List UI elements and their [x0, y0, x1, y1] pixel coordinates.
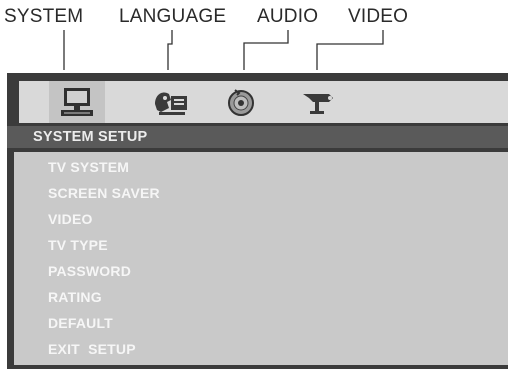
monitor-icon — [61, 88, 93, 116]
tab-audio[interactable] — [219, 81, 263, 123]
leader-line-audio — [243, 30, 289, 70]
label-video: VIDEO — [348, 6, 409, 27]
tab-language[interactable] — [143, 81, 199, 123]
menu-item-password[interactable]: PASSWORD — [48, 261, 131, 281]
menu-item-rating[interactable]: RATING — [48, 287, 102, 307]
label-audio: AUDIO — [257, 6, 319, 27]
disc-icon — [228, 89, 254, 116]
leader-line-video — [316, 30, 384, 70]
language-speaker-icon — [155, 92, 187, 115]
label-system: SYSTEM — [4, 6, 84, 27]
section-title: SYSTEM SETUP — [7, 126, 508, 148]
menu-item-tv-system[interactable]: TV SYSTEM — [48, 157, 129, 177]
menu-item-default[interactable]: DEFAULT — [48, 313, 113, 333]
setup-panel: SYSTEM SETUP TV SYSTEM SCREEN SAVER VIDE… — [7, 73, 508, 369]
osd-diagram: SYSTEM LANGUAGE AUDIO VIDEO SYSTEM SETUP… — [0, 0, 508, 375]
leader-line-language — [167, 30, 173, 70]
menu-list: TV SYSTEM SCREEN SAVER VIDEO TV TYPE PAS… — [14, 152, 508, 365]
camera-icon — [303, 94, 333, 114]
menu-item-video[interactable]: VIDEO — [48, 209, 93, 229]
menu-item-exit-setup[interactable]: EXIT SETUP — [48, 339, 136, 359]
menu-item-tv-type[interactable]: TV TYPE — [48, 235, 108, 255]
tab-system[interactable] — [49, 81, 105, 123]
icon-bar — [19, 81, 508, 123]
menu-item-screen-saver[interactable]: SCREEN SAVER — [48, 183, 160, 203]
label-language: LANGUAGE — [119, 6, 227, 27]
tab-video[interactable] — [295, 81, 339, 123]
